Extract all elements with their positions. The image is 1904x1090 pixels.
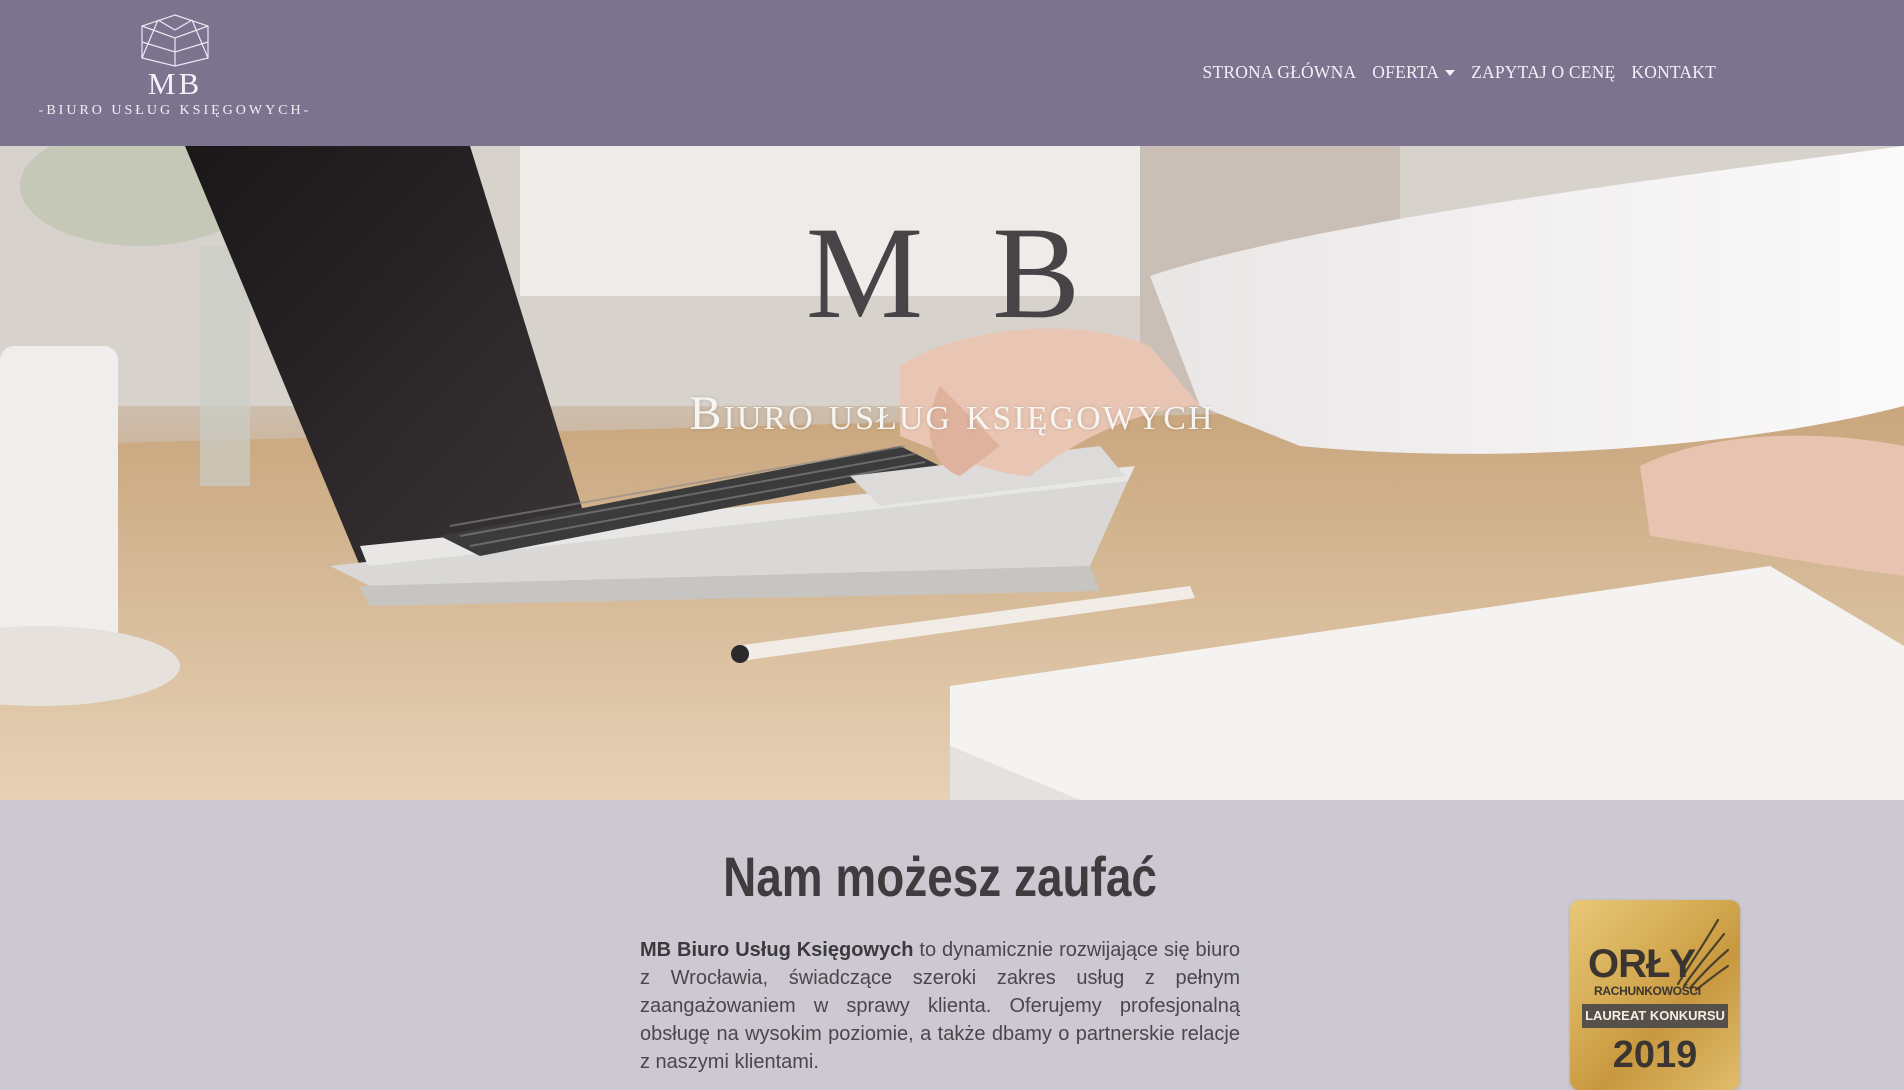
hero-title: M B (805, 199, 1099, 346)
section-title: Nam możesz zaufać (723, 845, 1157, 908)
award-badge[interactable]: ORŁY RACHUNKOWOŚCI LAUREAT KONKURSU 2019 (1570, 900, 1740, 1090)
nav-item-label: KONTAKT (1631, 62, 1716, 82)
intro-paragraph: MB Biuro Usług Księgowych to dynamicznie… (640, 936, 1240, 1076)
badge-subtitle: RACHUNKOWOŚCI (1594, 984, 1701, 998)
logo-text: MB (147, 66, 203, 101)
site-header: MB -BIURO USŁUG KSIĘGOWYCH- STRONA GŁÓWN… (0, 0, 1904, 146)
caret-down-icon (1445, 69, 1456, 76)
logo-geometric-icon (141, 14, 209, 67)
main-nav: STRONA GŁÓWNA OFERTA ZAPYTAJ O CENĘ KONT… (1195, 58, 1724, 87)
nav-item-label: STRONA GŁÓWNA (1202, 62, 1357, 82)
badge-band: LAUREAT KONKURSU (1582, 1004, 1728, 1028)
nav-item-label: ZAPYTAJ O CENĘ (1471, 62, 1616, 82)
nav-item-label: OFERTA (1372, 62, 1440, 82)
hero-subtitle: Biuro usług księgowych (689, 387, 1215, 440)
nav-item-offer[interactable]: OFERTA (1364, 58, 1463, 87)
nav-item-quote[interactable]: ZAPYTAJ O CENĘ (1463, 58, 1623, 87)
badge-year: 2019 (1612, 1034, 1698, 1076)
nav-item-home[interactable]: STRONA GŁÓWNA (1195, 58, 1365, 87)
site-logo[interactable]: MB -BIURO USŁUG KSIĘGOWYCH- (30, 8, 320, 138)
badge-title: ORŁY (1588, 942, 1696, 986)
intro-company-name: MB Biuro Usług Księgowych (640, 939, 914, 961)
logo-subtitle: -BIURO USŁUG KSIĘGOWYCH- (38, 103, 312, 118)
nav-item-contact[interactable]: KONTAKT (1623, 58, 1724, 87)
hero-banner: M B Biuro usług księgowych (0, 146, 1904, 800)
